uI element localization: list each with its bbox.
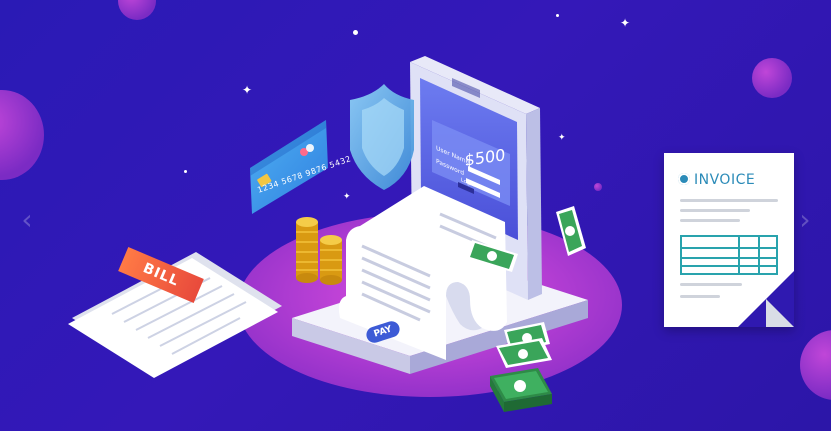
invoice-text-line	[680, 295, 720, 298]
invoice-fold	[766, 299, 794, 327]
invoice-badge-icon	[678, 173, 690, 185]
shield-icon	[350, 84, 414, 190]
invoice-text-line	[680, 199, 778, 202]
invoice-text-line	[680, 283, 742, 286]
invoice-text-line	[680, 209, 750, 212]
invoice-document-icon: INVOICE	[664, 153, 794, 327]
invoice-title: INVOICE	[694, 172, 756, 188]
invoice-text-line	[680, 219, 740, 222]
hero-illustration: ✦ ✦ ✦ ✦ ✦ ‹ ›	[0, 0, 831, 431]
invoice-table	[680, 235, 778, 275]
